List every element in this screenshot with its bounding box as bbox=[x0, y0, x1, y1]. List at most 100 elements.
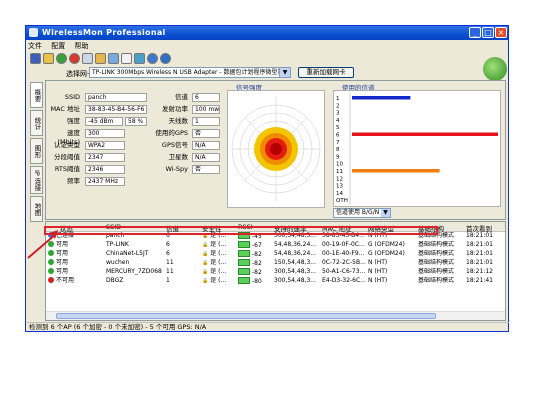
channel-tick-label: 4 bbox=[336, 118, 340, 124]
strength-label: 强度 bbox=[67, 117, 80, 125]
menu-help[interactable]: 帮助 bbox=[74, 41, 88, 51]
cell-security: 🔒 是 (... bbox=[202, 259, 236, 267]
ap-table: 状态 SSID 信道 安全性 RSSI 支持的速率 MAC 地址 网络类型 基础… bbox=[45, 221, 506, 321]
rssi-text: -82 bbox=[252, 260, 262, 267]
cell-status: 可用 bbox=[48, 268, 92, 276]
rts-value: 2346 bbox=[85, 165, 125, 174]
table-row[interactable]: 不可用 DBGZ 1 🔒 是 (... -80 300,54,48,3... E4-D3-32… bbox=[46, 277, 505, 285]
table-row[interactable]: 可用 TP-LINK 6 🔒 是 (... -67 54,48,36,24... 00-19-… bbox=[46, 241, 505, 249]
help-icon[interactable] bbox=[160, 53, 171, 64]
channel-tick-label: 5 bbox=[336, 125, 340, 131]
cell-rates: 300,54,48,3... bbox=[274, 277, 316, 284]
cell-ssid: MERCURY_7ZD068 bbox=[106, 268, 162, 275]
tab-map[interactable]: 地图 bbox=[30, 196, 43, 222]
cell-mac: 50-A1-C6-73... bbox=[322, 268, 366, 275]
scrollbar-thumb[interactable] bbox=[56, 313, 436, 319]
cell-rssi: -67 bbox=[238, 241, 272, 250]
rssi-text: -67 bbox=[252, 242, 262, 249]
tx-power-label: 发射功率 bbox=[162, 105, 188, 113]
cell-channel: 11 bbox=[166, 268, 174, 275]
table-row[interactable]: 可用 wuchen 11 🔒 是 (... -82 150,54,48,3... 0C-72-… bbox=[46, 259, 505, 267]
copy-icon[interactable] bbox=[82, 53, 93, 64]
rssi-text: -82 bbox=[252, 269, 262, 276]
status-dot-icon bbox=[48, 250, 54, 256]
antenna-label: 天线数 bbox=[168, 117, 189, 125]
cell-status: 可用 bbox=[48, 259, 92, 267]
channel-tick-label: 1 bbox=[336, 96, 340, 102]
antenna-value: 1 bbox=[192, 117, 220, 126]
horizontal-scrollbar[interactable] bbox=[46, 311, 505, 320]
cell-ssid: DBGZ bbox=[106, 277, 124, 284]
table-row[interactable]: 可用 ChinaNet-L5JT 6 🔒 是 (... -82 54,48,36,24...… bbox=[46, 250, 505, 258]
security-text: 是 (... bbox=[210, 277, 227, 284]
cell-rssi: -82 bbox=[238, 259, 272, 268]
cell-rates: 150,54,48,3... bbox=[274, 259, 316, 266]
cell-rates: 300,54,48,3... bbox=[274, 268, 316, 275]
speed-value: 300 bbox=[85, 129, 125, 138]
wispy-label: Wi-Spy bbox=[165, 165, 188, 173]
table-row[interactable]: 可用 MERCURY_7ZD068 11 🔒 是 (... -82 300,54,48,3.… bbox=[46, 268, 505, 276]
menu-file[interactable]: 文件 bbox=[28, 41, 42, 51]
cell-rssi: -82 bbox=[238, 250, 272, 259]
menu-bar: 文件 配置 帮助 bbox=[28, 41, 95, 51]
auth-label: 认证类型 bbox=[54, 141, 80, 149]
reload-adapter-button[interactable]: 重新加载网卡 bbox=[298, 67, 354, 78]
tab-statistics[interactable]: 统计 bbox=[30, 110, 43, 136]
tab-ip-connection[interactable]: IP 连接 bbox=[30, 166, 43, 194]
close-button[interactable]: × bbox=[495, 27, 507, 38]
adapter-select[interactable]: TP-LINK 300Mbps Wireless N USB Adapter -… bbox=[89, 67, 291, 78]
cell-infra: 基础结构模式 bbox=[418, 277, 455, 284]
status-dot-icon bbox=[48, 259, 54, 265]
side-tabs: 概要 统计 图形 IP 连接 地图 bbox=[30, 82, 44, 222]
cell-status: 不可用 bbox=[48, 277, 92, 285]
signal-bar-icon bbox=[238, 250, 250, 257]
gps-used-label: 使用的GPS bbox=[155, 129, 188, 137]
channel-label: 信道 bbox=[175, 93, 188, 101]
freq-value: 2437 MHz bbox=[85, 177, 125, 186]
channel-usage-graphic: 1234567891011121314OTH bbox=[336, 93, 498, 204]
cell-nettype: N (HT) bbox=[368, 268, 388, 275]
ssid-label: SSID bbox=[64, 93, 80, 101]
status-text: 可用 bbox=[56, 259, 69, 266]
tx-power-value: 100 mw bbox=[192, 105, 220, 114]
channel-tick-label: OTH bbox=[336, 198, 348, 204]
channel-value: 6 bbox=[192, 93, 220, 102]
frag-value: 2347 bbox=[85, 153, 125, 162]
cell-security: 🔒 是 (... bbox=[202, 277, 236, 285]
signal-bar-icon bbox=[238, 259, 250, 266]
cell-mac: 0C-72-2C-5B... bbox=[322, 259, 366, 266]
channel-tick-label: 3 bbox=[336, 111, 340, 117]
info-icon[interactable] bbox=[147, 53, 158, 64]
lock-icon: 🔒 bbox=[202, 269, 209, 275]
strength-percent-value: 58 % bbox=[125, 117, 147, 126]
channel-usage-bar bbox=[352, 96, 411, 100]
folder-icon[interactable] bbox=[95, 53, 106, 64]
chevron-down-icon[interactable]: ▼ bbox=[279, 68, 290, 77]
mac-value: 38-83-45-B4-56-F6 bbox=[85, 105, 147, 114]
options-icon[interactable] bbox=[134, 53, 145, 64]
signal-bar-icon bbox=[238, 241, 250, 248]
maximize-button[interactable]: □ bbox=[482, 27, 494, 38]
chevron-down-icon[interactable]: ▼ bbox=[381, 209, 390, 217]
security-text: 是 (... bbox=[210, 241, 227, 248]
start-icon[interactable] bbox=[56, 53, 67, 64]
channel-filter-select[interactable]: 信道使用 B/G/N ▼ bbox=[333, 208, 391, 218]
cell-infra: 基础结构模式 bbox=[418, 259, 455, 266]
app-icon bbox=[29, 28, 38, 37]
channel-tick-label: 12 bbox=[336, 176, 343, 182]
cell-infra: 基础结构模式 bbox=[418, 250, 455, 257]
wirelessmon-logo-icon bbox=[483, 57, 507, 81]
cell-ssid: TP-LINK bbox=[106, 241, 129, 248]
open-icon[interactable] bbox=[43, 53, 54, 64]
tab-summary[interactable]: 概要 bbox=[30, 82, 43, 108]
save-icon[interactable] bbox=[30, 53, 41, 64]
auth-value: WPA2 bbox=[85, 141, 125, 150]
channel-usage-bar bbox=[352, 169, 440, 173]
menu-config[interactable]: 配置 bbox=[51, 41, 65, 51]
report-icon[interactable] bbox=[121, 53, 132, 64]
chart-icon[interactable] bbox=[108, 53, 119, 64]
stop-icon[interactable] bbox=[69, 53, 80, 64]
minimize-button[interactable]: _ bbox=[469, 27, 481, 38]
tab-graph[interactable]: 图形 bbox=[30, 138, 43, 164]
status-text: 不可用 bbox=[56, 277, 75, 284]
